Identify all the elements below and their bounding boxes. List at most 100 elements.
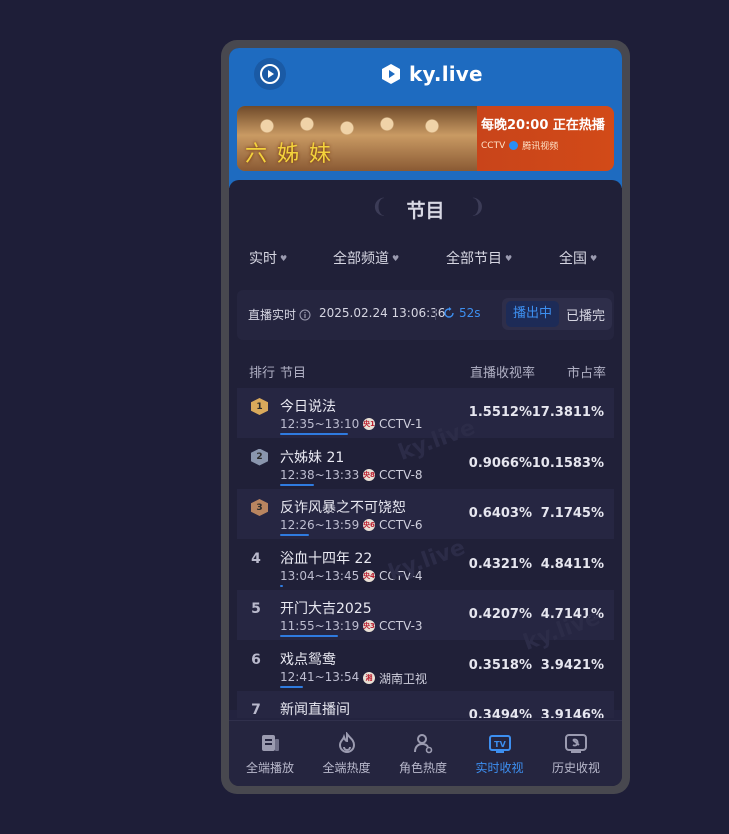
tab-label: 历史收视 — [551, 761, 600, 775]
svg-text:TV: TV — [494, 740, 506, 749]
table-row[interactable]: 7 新闻直播间 0.3494% 3.9146% — [237, 691, 614, 718]
rank-number: 1 — [256, 401, 263, 412]
tab-label: 全端播放 — [245, 761, 294, 775]
banner-sources: CCTV 腾讯视频 — [481, 139, 611, 153]
filter-period[interactable]: 实时 ♥ — [249, 248, 287, 268]
ratings-card: ❨ 节目 ❩ 实时 ♥ 全部频道 ♥ 全部节目 ♥ 全国 ♥ 直播实时 2025… — [229, 180, 622, 718]
tab-label: 实时收视 — [475, 761, 524, 775]
progress-bar — [280, 685, 303, 688]
channel: 央3 CCTV-3 — [363, 619, 423, 633]
filter-label: 实时 — [249, 251, 277, 267]
person-icon — [384, 731, 462, 755]
channel-name: CCTV-1 — [379, 417, 423, 431]
table-row[interactable]: 5 开门大吉2025 11:55~13:19 央3 CCTV-3 0.4207% 4.714… — [237, 590, 614, 640]
rank-medal-icon: 3 — [251, 499, 268, 516]
program-name: 今日说法 — [280, 399, 336, 415]
program-time: 12:35~13:10 — [280, 417, 360, 431]
tab-label: 全端热度 — [322, 761, 371, 775]
channel-logo-icon: 央3 — [363, 620, 375, 632]
rating-value: 0.6403% — [468, 506, 532, 521]
channel-name: CCTV-4 — [379, 568, 423, 583]
brand-logo-icon — [382, 64, 400, 84]
channel-logo-icon: 央6 — [363, 519, 375, 531]
program-time: 13:04~13:45 — [280, 568, 360, 583]
program-name: 六姊妹 21 — [280, 449, 345, 466]
header-program: 节目 — [280, 366, 307, 381]
caret-down-icon: ♥ — [505, 253, 513, 263]
section-title: 节目 — [406, 200, 445, 222]
rank-medal-icon: 1 — [251, 398, 268, 415]
laurel-right-icon: ❩ — [469, 194, 486, 218]
filter-region[interactable]: 全国 ♥ — [559, 248, 597, 268]
banner-caption: 每晚20:00 正在热播 CCTV 腾讯视频 — [481, 114, 611, 152]
share-value: 7.1745% — [540, 506, 604, 521]
table-row[interactable]: 2 六姊妹 21 12:38~13:33 央8 CCTV-8 0.9066% 10.1583… — [237, 439, 614, 489]
rank-number: 7 — [251, 702, 261, 718]
play-logo-icon — [260, 64, 280, 84]
tab-newspaper[interactable]: 全端播放 — [231, 731, 309, 776]
channel: 央1 CCTV-1 — [363, 417, 423, 431]
header-rating[interactable]: 直播收视率 — [470, 362, 535, 381]
rating-value: 0.9066% — [468, 455, 532, 471]
rank-number: 6 — [251, 651, 261, 668]
header-share[interactable]: 市占率 — [567, 362, 606, 381]
table-row[interactable]: 4 浴血十四年 22 13:04~13:45 央4 CCTV-4 0.4321% 4.841… — [237, 540, 614, 590]
table-row[interactable]: 3 反诈风暴之不可饶恕 12:26~13:59 央6 CCTV-6 0.6403% 7.17… — [237, 489, 614, 539]
channel: 湘湖南卫视 — [363, 670, 427, 687]
toggle-on-air[interactable]: 播出中 — [506, 301, 559, 327]
rating-value: 0.4207% — [468, 607, 532, 622]
header-rank: 排行 — [249, 366, 276, 381]
live-status-bar: 直播实时 2025.02.24 13:06:36 52s 播出中 已播完 — [237, 290, 614, 340]
refresh-countdown[interactable]: 52s — [443, 306, 481, 320]
program-name: 戏点鸳鸯 — [280, 651, 336, 668]
program-time: 12:26~13:59 — [280, 518, 360, 532]
tencent-video-icon — [509, 141, 519, 150]
filter-channel[interactable]: 全部频道 ♥ — [333, 248, 399, 268]
channel-logo-icon: 湘 — [363, 672, 375, 684]
app-logo-button[interactable] — [254, 58, 286, 90]
filter-program[interactable]: 全部节目 ♥ — [446, 248, 512, 268]
filter-bar: 实时 ♥ 全部频道 ♥ 全部节目 ♥ 全国 ♥ — [229, 248, 622, 270]
refresh-seconds: 52s — [459, 306, 481, 320]
channel-logo-icon: 央4 — [363, 569, 375, 582]
tab-person[interactable]: 角色热度 — [384, 731, 462, 776]
progress-bar — [280, 534, 309, 536]
rating-value: 0.3518% — [468, 657, 532, 673]
progress-bar — [280, 584, 283, 587]
banner-source-cctv: CCTV — [481, 140, 506, 151]
channel-name: CCTV-8 — [379, 467, 423, 482]
flame-icon — [308, 731, 386, 755]
program-name: 反诈风暴之不可饶恕 — [280, 500, 406, 516]
rank-number: 2 — [256, 452, 263, 462]
share-value: 3.9146% — [540, 708, 604, 718]
program-name: 浴血十四年 22 — [280, 550, 373, 567]
banner-title: 六姊妹 — [245, 142, 342, 167]
program-time: 12:38~13:33 — [280, 467, 360, 482]
ratings-table: 7 新闻直播间 0.3494% 3.9146% 6 戏点鸳鸯 12:41~13:54 湘湖南卫… — [237, 388, 614, 718]
channel-logo-icon: 央1 — [363, 418, 375, 430]
app-screen: ky.live 六姊妹 每晚20:00 正在热播 CCTV 腾讯视频 ❨ 节目 … — [229, 48, 622, 786]
brand-name: ky.live — [409, 62, 483, 86]
header: ky.live 六姊妹 每晚20:00 正在热播 CCTV 腾讯视频 — [229, 48, 622, 188]
tab-tv[interactable]: TV 实时收视 — [461, 731, 539, 776]
table-row[interactable]: 6 戏点鸳鸯 12:41~13:54 湘湖南卫视 0.3518% 3.9421% — [237, 641, 614, 691]
caret-down-icon: ♥ — [280, 253, 288, 263]
share-value: 10.1583% — [531, 455, 604, 471]
tab-flame[interactable]: 全端热度 — [308, 731, 386, 776]
rank-medal-icon: 2 — [251, 448, 268, 466]
table-row[interactable]: 1 今日说法 12:35~13:10 央1 CCTV-1 1.5512% 17.3811% — [237, 388, 614, 438]
newspaper-icon — [231, 731, 309, 755]
rating-value: 0.3494% — [468, 708, 532, 718]
share-value: 17.3811% — [531, 405, 604, 420]
broadcast-toggle: 播出中 已播完 — [502, 298, 612, 330]
rating-value: 0.4321% — [468, 556, 532, 572]
channel-name: 湖南卫视 — [379, 671, 428, 686]
channel-name: CCTV-3 — [379, 619, 423, 633]
info-icon[interactable] — [299, 309, 311, 321]
tab-history-tv[interactable]: 历史收视 — [537, 731, 615, 776]
promo-banner[interactable]: 六姊妹 每晚20:00 正在热播 CCTV 腾讯视频 — [237, 106, 614, 171]
banner-schedule: 每晚20:00 正在热播 — [481, 118, 605, 133]
toggle-finished[interactable]: 已播完 — [559, 305, 612, 324]
filter-label: 全部频道 — [333, 251, 389, 267]
channel-name: CCTV-6 — [379, 518, 423, 532]
